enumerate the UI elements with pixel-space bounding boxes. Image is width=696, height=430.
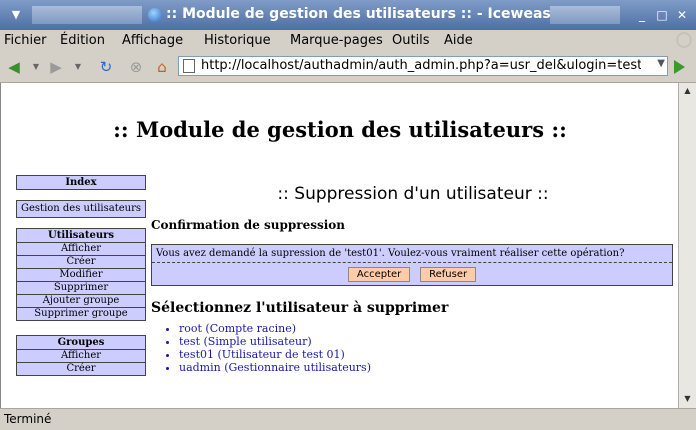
maximize-button[interactable]: □: [654, 7, 670, 23]
select-heading: Sélectionnez l'utilisateur à supprimer: [151, 300, 449, 316]
confirm-message: Vous avez demandé la supression de 'test…: [152, 245, 672, 263]
window-titlebar: ▼ :: Module de gestion des utilisateurs …: [0, 0, 696, 30]
sidebar-gestion-box: Gestion des utilisateurs: [16, 200, 146, 218]
close-button[interactable]: ✕: [674, 7, 690, 23]
sidebar-item-ajouter-groupe[interactable]: Ajouter groupe: [17, 295, 145, 308]
sidebar-item-modifier[interactable]: Modifier: [17, 269, 145, 282]
reload-icon[interactable]: ↻: [96, 57, 116, 77]
page-title: :: Module de gestion des utilisateurs ::: [113, 117, 567, 142]
minimize-button[interactable]: _: [634, 7, 650, 23]
sidebar-item-creer[interactable]: Créer: [17, 256, 145, 269]
menu-aide[interactable]: Aide: [444, 33, 473, 48]
sidebar-item-gestion[interactable]: Gestion des utilisateurs: [17, 201, 145, 217]
section-title: :: Suppression d'un utilisateur ::: [277, 184, 549, 204]
url-dropdown-icon[interactable]: ▼: [657, 58, 665, 69]
throbber-icon: [676, 32, 692, 48]
menu-historique[interactable]: Historique: [204, 33, 271, 48]
refuse-button[interactable]: Refuser: [420, 267, 477, 282]
menu-affichage[interactable]: Affichage: [122, 33, 183, 48]
sidebar-users-header: Utilisateurs: [17, 229, 145, 243]
stop-icon[interactable]: ⊗: [126, 57, 146, 77]
sidebar-groups-header: Groupes: [17, 336, 145, 350]
menu-edition[interactable]: Édition: [60, 33, 105, 48]
user-link-test01[interactable]: test01 (Utilisateur de test 01): [179, 348, 675, 361]
sidebar-item-index[interactable]: Index: [17, 176, 145, 189]
window-title: :: Module de gestion des utilisateurs ::…: [166, 6, 566, 22]
confirm-heading: Confirmation de suppression: [151, 218, 346, 232]
accept-button[interactable]: Accepter: [347, 267, 411, 282]
back-dropdown-icon[interactable]: ▼: [26, 57, 46, 77]
sidebar: Index Gestion des utilisateurs Utilisate…: [16, 175, 146, 386]
status-bar: Terminé: [0, 408, 696, 430]
user-link-root[interactable]: root (Compte racine): [179, 322, 675, 335]
sidebar-item-supprimer-groupe[interactable]: Supprimer groupe: [17, 308, 145, 320]
page-icon: [183, 59, 195, 73]
confirm-box: Vous avez demandé la supression de 'test…: [151, 244, 673, 286]
forward-dropdown-icon[interactable]: ▼: [68, 57, 88, 77]
sidebar-item-groups-afficher[interactable]: Afficher: [17, 350, 145, 363]
menu-outils[interactable]: Outils: [392, 33, 430, 48]
iceweasel-icon: [148, 8, 162, 22]
user-list: root (Compte racine) test (Simple utilis…: [151, 322, 675, 374]
window-menu-button[interactable]: ▼: [4, 6, 28, 24]
titlebar-decoration: [32, 6, 142, 24]
main-panel: :: Suppression d'un utilisateur :: Confi…: [151, 180, 675, 374]
sidebar-item-afficher[interactable]: Afficher: [17, 243, 145, 256]
back-icon[interactable]: ◀: [4, 57, 24, 77]
vertical-scrollbar[interactable]: ▲ ▼: [678, 83, 696, 408]
forward-icon[interactable]: ▶: [46, 57, 66, 77]
user-link-test[interactable]: test (Simple utilisateur): [179, 335, 675, 348]
home-icon[interactable]: ⌂: [152, 57, 172, 77]
sidebar-item-groups-creer[interactable]: Créer: [17, 363, 145, 375]
sidebar-item-supprimer[interactable]: Supprimer: [17, 282, 145, 295]
sidebar-groups-box: Groupes Afficher Créer: [16, 335, 146, 376]
navigation-toolbar: ◀ ▼ ▶ ▼ ↻ ⊗ ⌂ http://localhost/authadmin…: [0, 52, 696, 83]
user-link-uadmin[interactable]: uadmin (Gestionnaire utilisateurs): [179, 361, 675, 374]
menu-marque-pages[interactable]: Marque-pages: [290, 33, 383, 48]
status-text: Terminé: [4, 412, 52, 426]
address-bar[interactable]: http://localhost/authadmin/auth_admin.ph…: [178, 56, 668, 76]
scroll-down-icon[interactable]: ▼: [680, 392, 695, 406]
go-icon[interactable]: [674, 60, 685, 74]
menu-fichier[interactable]: Fichier: [4, 33, 47, 48]
titlebar-decoration: [550, 6, 620, 24]
sidebar-index-box: Index: [16, 175, 146, 190]
sidebar-users-box: Utilisateurs Afficher Créer Modifier Sup…: [16, 228, 146, 321]
url-text[interactable]: http://localhost/authadmin/auth_admin.ph…: [201, 58, 641, 73]
confirm-buttons: Accepter Refuser: [152, 263, 672, 285]
menu-bar: Fichier Édition Affichage Historique Mar…: [0, 30, 696, 53]
page-content: :: Module de gestion des utilisateurs ::…: [0, 83, 678, 408]
scroll-up-icon[interactable]: ▲: [680, 84, 695, 98]
